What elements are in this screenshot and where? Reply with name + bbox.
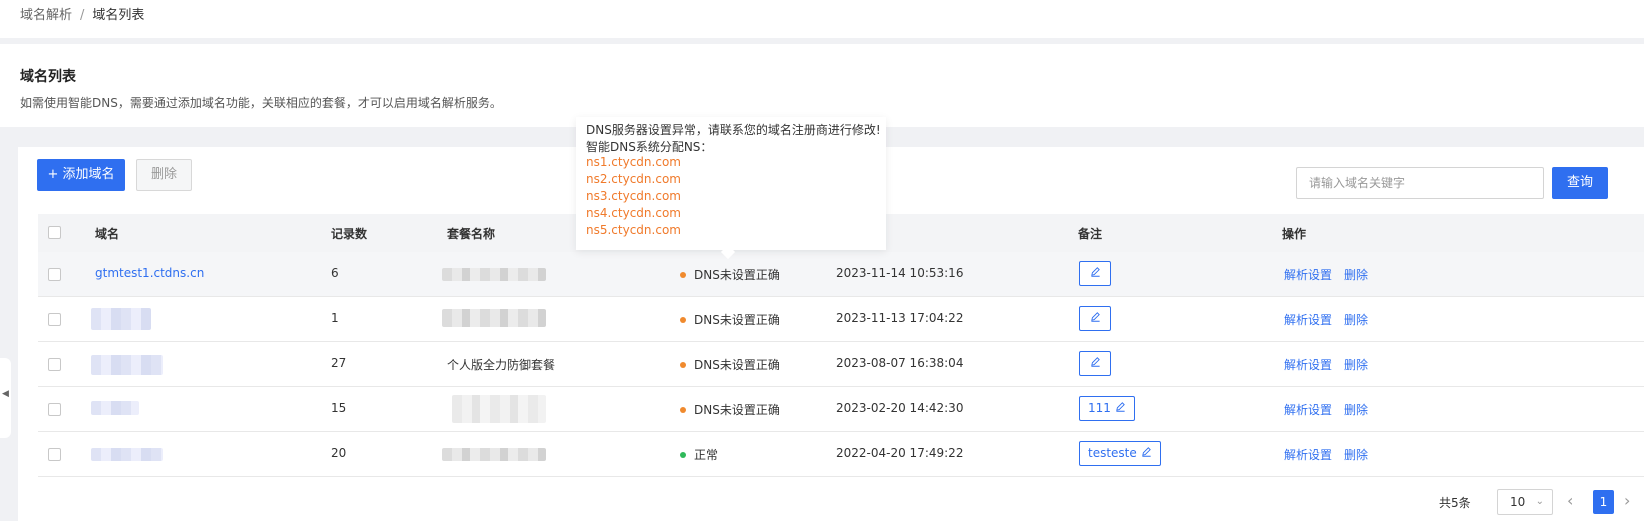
dns-settings-link[interactable]: 解析设置 bbox=[1284, 401, 1332, 418]
page-header: 域名列表 如需使用智能DNS，需要通过添加域名功能，关联相应的套餐，才可以启用域… bbox=[0, 44, 1644, 127]
record-count: 1 bbox=[331, 311, 339, 325]
redacted-domain[interactable] bbox=[91, 308, 151, 330]
dns-settings-link[interactable]: 解析设置 bbox=[1284, 356, 1332, 373]
page-number-current[interactable]: 1 bbox=[1593, 490, 1614, 514]
dns-settings-link[interactable]: 解析设置 bbox=[1284, 266, 1332, 283]
search-button[interactable]: 查询 bbox=[1552, 167, 1608, 199]
chevron-down-icon: ⌄ bbox=[1535, 496, 1544, 507]
pencil-icon bbox=[1141, 442, 1152, 465]
tooltip-ns-item: ns3.ctycdn.com bbox=[586, 189, 681, 203]
delete-button[interactable]: 删除 bbox=[136, 159, 192, 191]
row-delete-link[interactable]: 删除 bbox=[1344, 356, 1368, 373]
note-edit-button[interactable]: testeste bbox=[1079, 441, 1161, 466]
row-checkbox[interactable] bbox=[48, 313, 61, 326]
created-time: 2023-02-20 14:42:30 bbox=[836, 401, 964, 415]
breadcrumb-parent[interactable]: 域名解析 bbox=[20, 8, 72, 23]
redacted-package bbox=[452, 395, 546, 423]
created-time: 2023-11-14 10:53:16 bbox=[836, 266, 964, 280]
row-delete-link[interactable]: 删除 bbox=[1344, 311, 1368, 328]
domain-link[interactable]: gtmtest1.ctdns.cn bbox=[95, 266, 204, 280]
pencil-icon bbox=[1090, 352, 1101, 375]
tooltip-ns-item: ns2.ctycdn.com bbox=[586, 172, 681, 186]
package-name: 个人版全力防御套餐 bbox=[447, 358, 556, 372]
row-delete-link[interactable]: 删除 bbox=[1344, 401, 1368, 418]
top-bar: 域名解析 / 域名列表 bbox=[0, 0, 1644, 38]
pencil-icon bbox=[1090, 307, 1101, 330]
note-edit-button[interactable] bbox=[1079, 351, 1111, 376]
triangle-left-icon: ◀ bbox=[2, 389, 9, 399]
record-count: 15 bbox=[331, 401, 347, 415]
chevron-right-icon[interactable]: › bbox=[1624, 491, 1630, 510]
row-delete-link[interactable]: 删除 bbox=[1344, 446, 1368, 463]
warning-dot-icon bbox=[680, 272, 686, 278]
dns-settings-link[interactable]: 解析设置 bbox=[1284, 446, 1332, 463]
redacted-domain[interactable] bbox=[91, 355, 163, 375]
pagination-total: 共5条 bbox=[1439, 496, 1471, 510]
created-time: 2023-11-13 17:04:22 bbox=[836, 311, 964, 325]
breadcrumb-separator: / bbox=[80, 8, 85, 23]
add-domain-button[interactable]: + 添加域名 bbox=[37, 159, 125, 191]
dns-settings-link[interactable]: 解析设置 bbox=[1284, 311, 1332, 328]
record-count: 6 bbox=[331, 266, 339, 280]
record-count: 20 bbox=[331, 446, 347, 460]
col-package: 套餐名称 bbox=[447, 227, 496, 241]
col-domain: 域名 bbox=[95, 227, 120, 241]
col-note: 备注 bbox=[1078, 227, 1103, 241]
pencil-icon bbox=[1115, 397, 1126, 420]
status-label: 正常 bbox=[694, 448, 719, 462]
redacted-package bbox=[442, 448, 546, 461]
breadcrumb: 域名解析 / 域名列表 bbox=[20, 4, 144, 23]
dns-status-tooltip: DNS服务器设置异常，请联系您的域名注册商进行修改! 智能DNS系统分配NS： … bbox=[576, 117, 886, 260]
page-size-select[interactable]: 10 ⌄ bbox=[1497, 489, 1553, 515]
tooltip-message: DNS服务器设置异常，请联系您的域名注册商进行修改! bbox=[586, 123, 881, 137]
table-row: 1 DNS未设置正确 2023-11-13 17:04:22 解析设置 删除 bbox=[38, 297, 1644, 342]
tooltip-ns-item: ns4.ctycdn.com bbox=[586, 206, 681, 220]
tooltip-ns-item: ns5.ctycdn.com bbox=[586, 223, 681, 237]
tooltip-ns-item: ns1.ctycdn.com bbox=[586, 155, 681, 169]
page-title: 域名列表 bbox=[20, 69, 76, 85]
sidebar-toggle[interactable]: ◀ bbox=[0, 358, 11, 438]
redacted-domain[interactable] bbox=[91, 401, 139, 415]
row-checkbox[interactable] bbox=[48, 448, 61, 461]
note-text: testeste bbox=[1088, 446, 1137, 460]
record-count: 27 bbox=[331, 356, 347, 370]
table-row: 20 正常 2022-04-20 17:49:22 testeste 解析设置 … bbox=[38, 432, 1644, 477]
col-records: 记录数 bbox=[331, 227, 368, 241]
status-label[interactable]: DNS未设置正确 bbox=[694, 266, 780, 283]
warning-dot-icon bbox=[680, 317, 686, 323]
page-size-value: 10 bbox=[1510, 495, 1526, 509]
breadcrumb-current: 域名列表 bbox=[92, 8, 145, 23]
created-time: 2023-08-07 16:38:04 bbox=[836, 356, 964, 370]
row-checkbox[interactable] bbox=[48, 403, 61, 416]
redacted-package bbox=[442, 268, 546, 281]
note-edit-button[interactable]: 111 bbox=[1079, 396, 1135, 421]
table-row: 15 DNS未设置正确 2023-02-20 14:42:30 111 解析设置… bbox=[38, 387, 1644, 432]
row-checkbox[interactable] bbox=[48, 268, 61, 281]
table-row: gtmtest1.ctdns.cn 6 DNS未设置正确 2023-11-14 … bbox=[38, 252, 1644, 297]
search-input[interactable] bbox=[1296, 167, 1544, 199]
status-label[interactable]: DNS未设置正确 bbox=[694, 356, 780, 373]
warning-dot-icon bbox=[680, 362, 686, 368]
status-label[interactable]: DNS未设置正确 bbox=[694, 311, 780, 328]
col-actions: 操作 bbox=[1282, 227, 1307, 241]
redacted-domain[interactable] bbox=[91, 448, 163, 461]
row-checkbox[interactable] bbox=[48, 358, 61, 371]
note-edit-button[interactable] bbox=[1079, 261, 1111, 286]
page-description: 如需使用智能DNS，需要通过添加域名功能，关联相应的套餐，才可以启用域名解析服务… bbox=[20, 96, 502, 110]
table-row: 27 个人版全力防御套餐 DNS未设置正确 2023-08-07 16:38:0… bbox=[38, 342, 1644, 387]
select-all-checkbox[interactable] bbox=[48, 226, 61, 239]
status-label[interactable]: DNS未设置正确 bbox=[694, 401, 780, 418]
row-delete-link[interactable]: 删除 bbox=[1344, 266, 1368, 283]
tooltip-ns-heading: 智能DNS系统分配NS： bbox=[586, 140, 713, 154]
pencil-icon bbox=[1090, 262, 1101, 285]
note-edit-button[interactable] bbox=[1079, 306, 1111, 331]
chevron-left-icon[interactable]: ‹ bbox=[1567, 491, 1573, 510]
redacted-package bbox=[442, 309, 546, 327]
ok-dot-icon bbox=[680, 452, 686, 458]
note-text: 111 bbox=[1088, 401, 1111, 415]
created-time: 2022-04-20 17:49:22 bbox=[836, 446, 964, 460]
warning-dot-icon bbox=[680, 407, 686, 413]
